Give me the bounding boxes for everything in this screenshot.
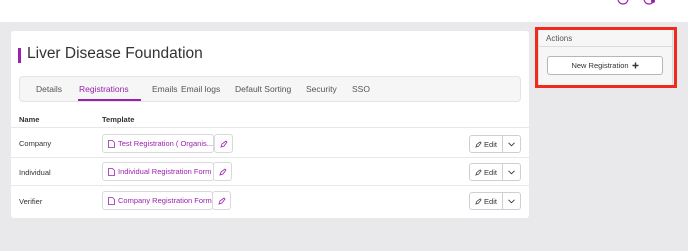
- column-header-template: Template: [102, 115, 135, 124]
- tab-security[interactable]: Security: [306, 84, 337, 94]
- edit-template-button[interactable]: [212, 191, 231, 210]
- tab-registrations[interactable]: Registrations: [79, 84, 129, 94]
- page-title: Liver Disease Foundation: [27, 45, 203, 62]
- row-menu-toggle[interactable]: [502, 163, 521, 181]
- template-link-company[interactable]: Test Registration ( Organis...: [102, 134, 214, 153]
- row-name-individual: Individual: [19, 168, 51, 177]
- tab-emails[interactable]: Emails: [152, 84, 178, 94]
- template-link-individual[interactable]: Individual Registration Form: [102, 162, 214, 181]
- edit-label: Edit: [484, 196, 497, 206]
- edit-label: Edit: [484, 167, 497, 177]
- divider: [11, 157, 529, 158]
- edit-button[interactable]: Edit: [469, 163, 503, 181]
- chevron-down-icon: [508, 141, 515, 146]
- row-name-company: Company: [19, 139, 52, 148]
- document-icon: [108, 139, 115, 148]
- title-accent-bar: [18, 48, 21, 63]
- template-name: Company Registration Form: [118, 196, 212, 205]
- edit-template-button[interactable]: [213, 162, 232, 181]
- pencil-icon: [475, 168, 482, 176]
- user-icon[interactable]: [616, 0, 630, 6]
- template-name: Individual Registration Form: [118, 167, 212, 176]
- pencil-icon: [217, 196, 226, 205]
- pencil-icon: [218, 167, 227, 176]
- document-icon: [108, 196, 115, 205]
- template-name: Test Registration ( Organis...: [117, 139, 213, 148]
- document-icon: [108, 167, 115, 176]
- divider: [11, 185, 529, 186]
- template-link-verifier[interactable]: Company Registration Form: [102, 191, 213, 210]
- chevron-down-icon: [508, 169, 515, 174]
- edit-label: Edit: [484, 139, 497, 149]
- chevron-down-icon: [508, 198, 515, 203]
- logout-icon[interactable]: [642, 0, 656, 6]
- divider: [11, 127, 529, 128]
- edit-template-button[interactable]: [214, 134, 233, 153]
- highlight-box: [535, 27, 677, 88]
- organisation-card: Liver Disease Foundation Details Registr…: [11, 31, 529, 218]
- tab-bar: Details Registrations Emails Email logs …: [19, 76, 521, 102]
- tab-sso[interactable]: SSO: [352, 84, 370, 94]
- edit-button[interactable]: Edit: [469, 135, 503, 153]
- pencil-icon: [475, 197, 482, 205]
- pencil-icon: [219, 139, 228, 148]
- tab-default-sorting[interactable]: Default Sorting: [235, 84, 291, 94]
- tab-email-logs[interactable]: Email logs: [181, 84, 220, 94]
- row-menu-toggle[interactable]: [502, 192, 521, 210]
- edit-button[interactable]: Edit: [469, 192, 503, 210]
- tab-details[interactable]: Details: [36, 84, 62, 94]
- row-menu-toggle[interactable]: [502, 135, 521, 153]
- top-bar: [0, 0, 688, 22]
- column-header-name: Name: [19, 115, 40, 124]
- active-tab-indicator: [78, 99, 141, 101]
- pencil-icon: [475, 140, 482, 148]
- row-name-verifier: Verifier: [19, 197, 43, 206]
